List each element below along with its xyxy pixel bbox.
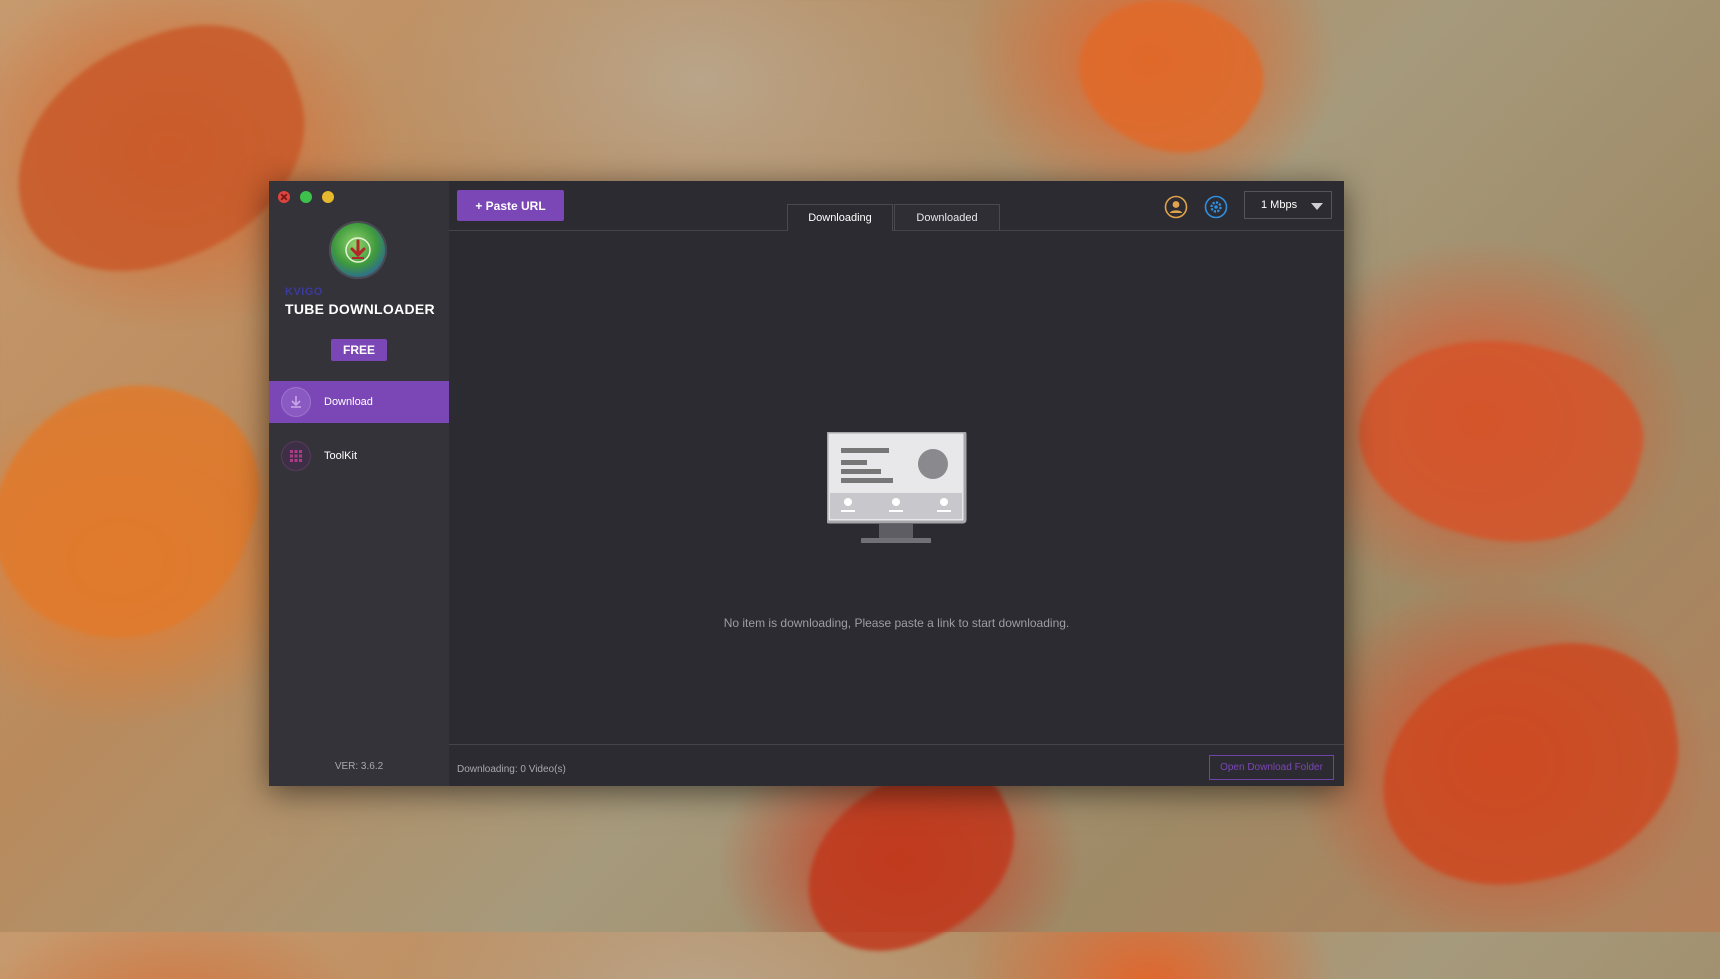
status-bar: Downloading: 0 Video(s) Open Download Fo…: [449, 744, 1344, 787]
monitor-icon: [825, 430, 967, 553]
maximize-icon[interactable]: [300, 191, 312, 203]
tab-downloaded[interactable]: Downloaded: [894, 204, 1000, 230]
chevron-down-icon: [1311, 203, 1323, 210]
gear-icon[interactable]: [1204, 195, 1228, 219]
brand-name: KVIGO: [285, 286, 323, 298]
download-count: Downloading: 0 Video(s): [457, 764, 566, 775]
main-panel: + Paste URL Downloading Downloaded 1 Mbp: [449, 181, 1344, 786]
empty-state: No item is downloading, Please paste a l…: [449, 230, 1344, 724]
app-title: TUBE DOWNLOADER: [285, 301, 435, 317]
grid-icon: [281, 441, 311, 471]
speed-select[interactable]: 1 Mbps: [1244, 191, 1332, 219]
empty-message: No item is downloading, Please paste a l…: [723, 616, 1070, 630]
app-window: KVIGO TUBE DOWNLOADER FREE Download Tool…: [269, 181, 1344, 786]
tab-downloading[interactable]: Downloading: [787, 204, 893, 231]
sidebar-item-download[interactable]: Download: [269, 381, 449, 423]
user-icon[interactable]: [1164, 195, 1188, 219]
sidebar-item-toolkit[interactable]: ToolKit: [269, 435, 449, 477]
close-icon[interactable]: [278, 191, 290, 203]
app-logo: [329, 221, 387, 279]
speed-value: 1 Mbps: [1261, 199, 1298, 211]
sidebar-item-label: Download: [324, 396, 373, 408]
paste-url-button[interactable]: + Paste URL: [457, 190, 564, 221]
version-label: VER: 3.6.2: [334, 761, 384, 772]
sidebar-item-label: ToolKit: [324, 450, 358, 462]
minimize-icon[interactable]: [322, 191, 334, 203]
toolbar: + Paste URL Downloading Downloaded 1 Mbp: [449, 181, 1344, 231]
open-folder-button[interactable]: Open Download Folder: [1209, 755, 1334, 780]
download-icon: [281, 387, 311, 417]
free-badge: FREE: [331, 339, 387, 361]
sidebar: KVIGO TUBE DOWNLOADER FREE Download Tool…: [269, 181, 449, 786]
